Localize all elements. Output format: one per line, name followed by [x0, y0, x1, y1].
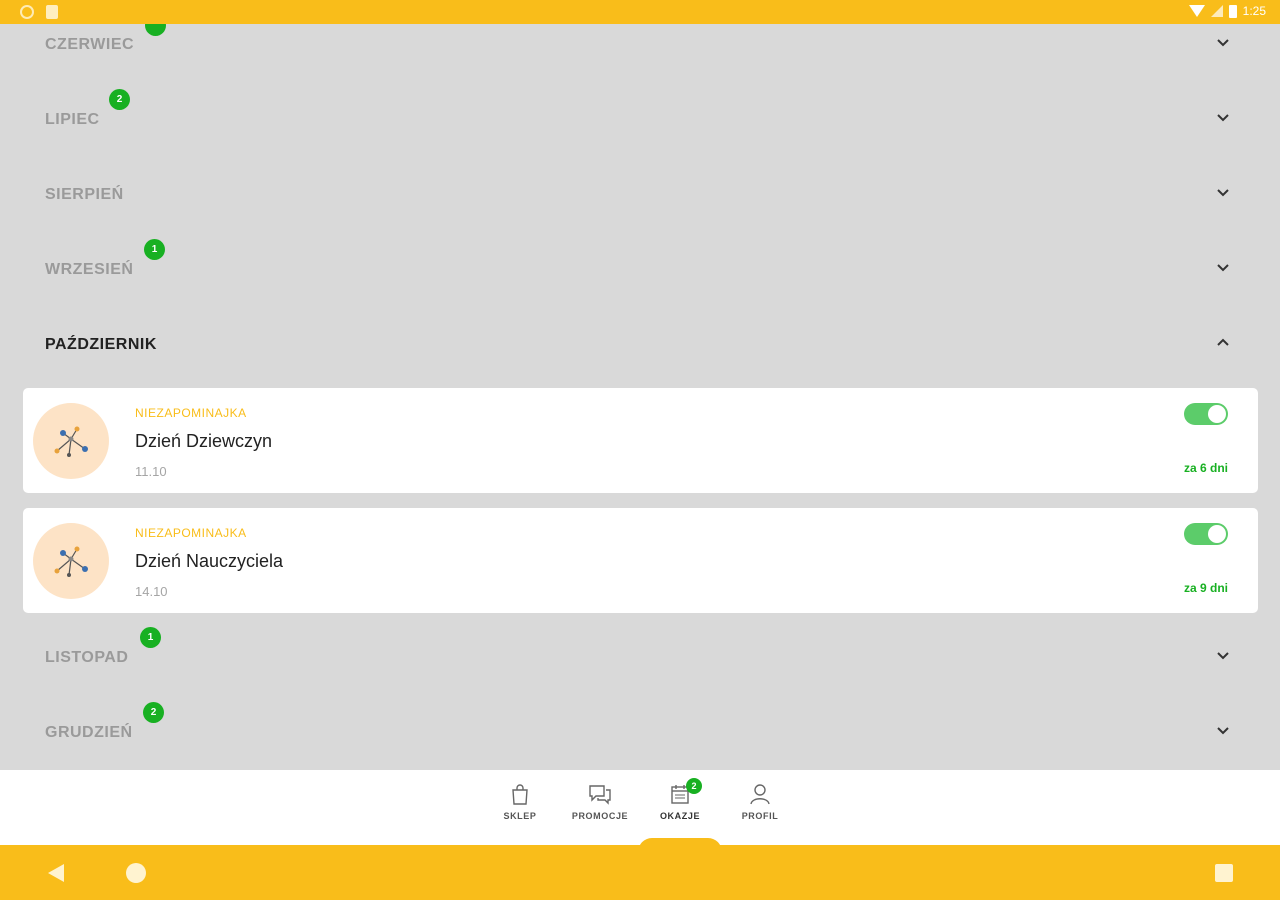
nav-item-profil[interactable]: PROFIL: [720, 782, 800, 842]
month-label: CZERWIEC: [45, 36, 135, 53]
battery-icon: [1228, 4, 1237, 18]
nav-label: PROFIL: [741, 811, 779, 821]
back-icon[interactable]: [48, 864, 64, 882]
bottom-navigation: SKLEP PROMOCJE 2 OKAZJE PROFIL: [0, 770, 1280, 845]
month-label: LIPIEC: [45, 111, 100, 128]
recent-apps-icon[interactable]: [1215, 864, 1233, 882]
count-badge: 1: [144, 239, 165, 260]
chevron-down-icon: [1217, 189, 1229, 197]
event-title: Dzień Nauczyciela: [135, 551, 284, 571]
system-navigation-bar: [0, 845, 1280, 900]
month-row-listopad[interactable]: LISTOPAD 1: [0, 620, 1280, 695]
count-badge: 2: [143, 702, 164, 723]
event-category: NIEZAPOMINAJKA: [135, 526, 247, 540]
reminder-toggle[interactable]: [1184, 403, 1228, 425]
event-countdown: za 6 dni: [1183, 461, 1228, 475]
flowers-icon: [54, 546, 88, 577]
status-bar: 1:25: [0, 0, 1280, 24]
shopping-bag-icon: [512, 784, 528, 805]
nav-badge: 2: [686, 778, 702, 794]
nav-item-okazje[interactable]: 2 OKAZJE: [640, 778, 720, 842]
chevron-down-icon: [1217, 652, 1229, 660]
event-title: Dzień Dziewczyn: [135, 431, 273, 451]
event-avatar: [33, 523, 109, 599]
notification-icon: [20, 5, 34, 19]
month-row-pazdziernik[interactable]: PAŹDZIERNIK: [0, 307, 1280, 382]
month-row-lipiec[interactable]: LIPIEC 2: [0, 82, 1280, 157]
toggle-knob: [1208, 405, 1226, 423]
chevron-down-icon: [1217, 264, 1229, 272]
event-avatar: [33, 403, 109, 479]
month-label: GRUDZIEŃ: [45, 724, 133, 741]
nav-item-sklep[interactable]: SKLEP: [480, 782, 560, 842]
clipboard-icon: [46, 5, 58, 19]
month-label: PAŹDZIERNIK: [45, 336, 157, 353]
month-row-grudzien[interactable]: GRUDZIEŃ 2: [0, 695, 1280, 770]
wifi-icon: [1188, 5, 1205, 17]
month-row-czerwiec[interactable]: CZERWIEC: [0, 24, 1280, 82]
event-date: 11.10: [135, 464, 167, 479]
toggle-knob: [1208, 525, 1226, 543]
count-badge: 1: [140, 627, 161, 648]
event-category: NIEZAPOMINAJKA: [135, 406, 247, 420]
event-card[interactable]: NIEZAPOMINAJKA Dzień Nauczyciela 14.10 z…: [23, 508, 1258, 613]
month-row-wrzesien[interactable]: WRZESIEŃ 1: [0, 232, 1280, 307]
month-label: LISTOPAD: [45, 649, 129, 666]
home-icon[interactable]: [126, 863, 146, 883]
nav-label: OKAZJE: [659, 811, 701, 821]
count-badge: [145, 24, 166, 36]
chevron-down-icon: [1217, 727, 1229, 735]
chevron-down-icon: [1217, 39, 1229, 47]
event-countdown: za 9 dni: [1183, 581, 1228, 595]
event-date: 14.10: [135, 584, 168, 599]
reminder-toggle[interactable]: [1184, 523, 1228, 545]
event-card[interactable]: NIEZAPOMINAJKA Dzień Dziewczyn 11.10 za …: [23, 388, 1258, 493]
count-badge: 2: [109, 89, 130, 110]
chevron-up-icon: [1217, 338, 1229, 346]
person-icon: [750, 784, 770, 805]
occasions-list[interactable]: CZERWIEC LIPIEC 2 SIERPIEŃ WRZESIEŃ 1 PA…: [0, 24, 1280, 770]
status-time: 1:25: [1242, 4, 1266, 18]
flowers-icon: [54, 426, 88, 457]
month-row-sierpien[interactable]: SIERPIEŃ: [0, 157, 1280, 232]
chat-bubbles-icon: [589, 785, 611, 805]
month-label: WRZESIEŃ: [45, 261, 134, 278]
nav-label: PROMOCJE: [571, 811, 629, 821]
chevron-down-icon: [1217, 114, 1229, 122]
month-label: SIERPIEŃ: [45, 186, 124, 203]
signal-icon: [1210, 5, 1223, 17]
nav-item-promocje[interactable]: PROMOCJE: [560, 782, 640, 842]
nav-label: SKLEP: [503, 811, 537, 821]
